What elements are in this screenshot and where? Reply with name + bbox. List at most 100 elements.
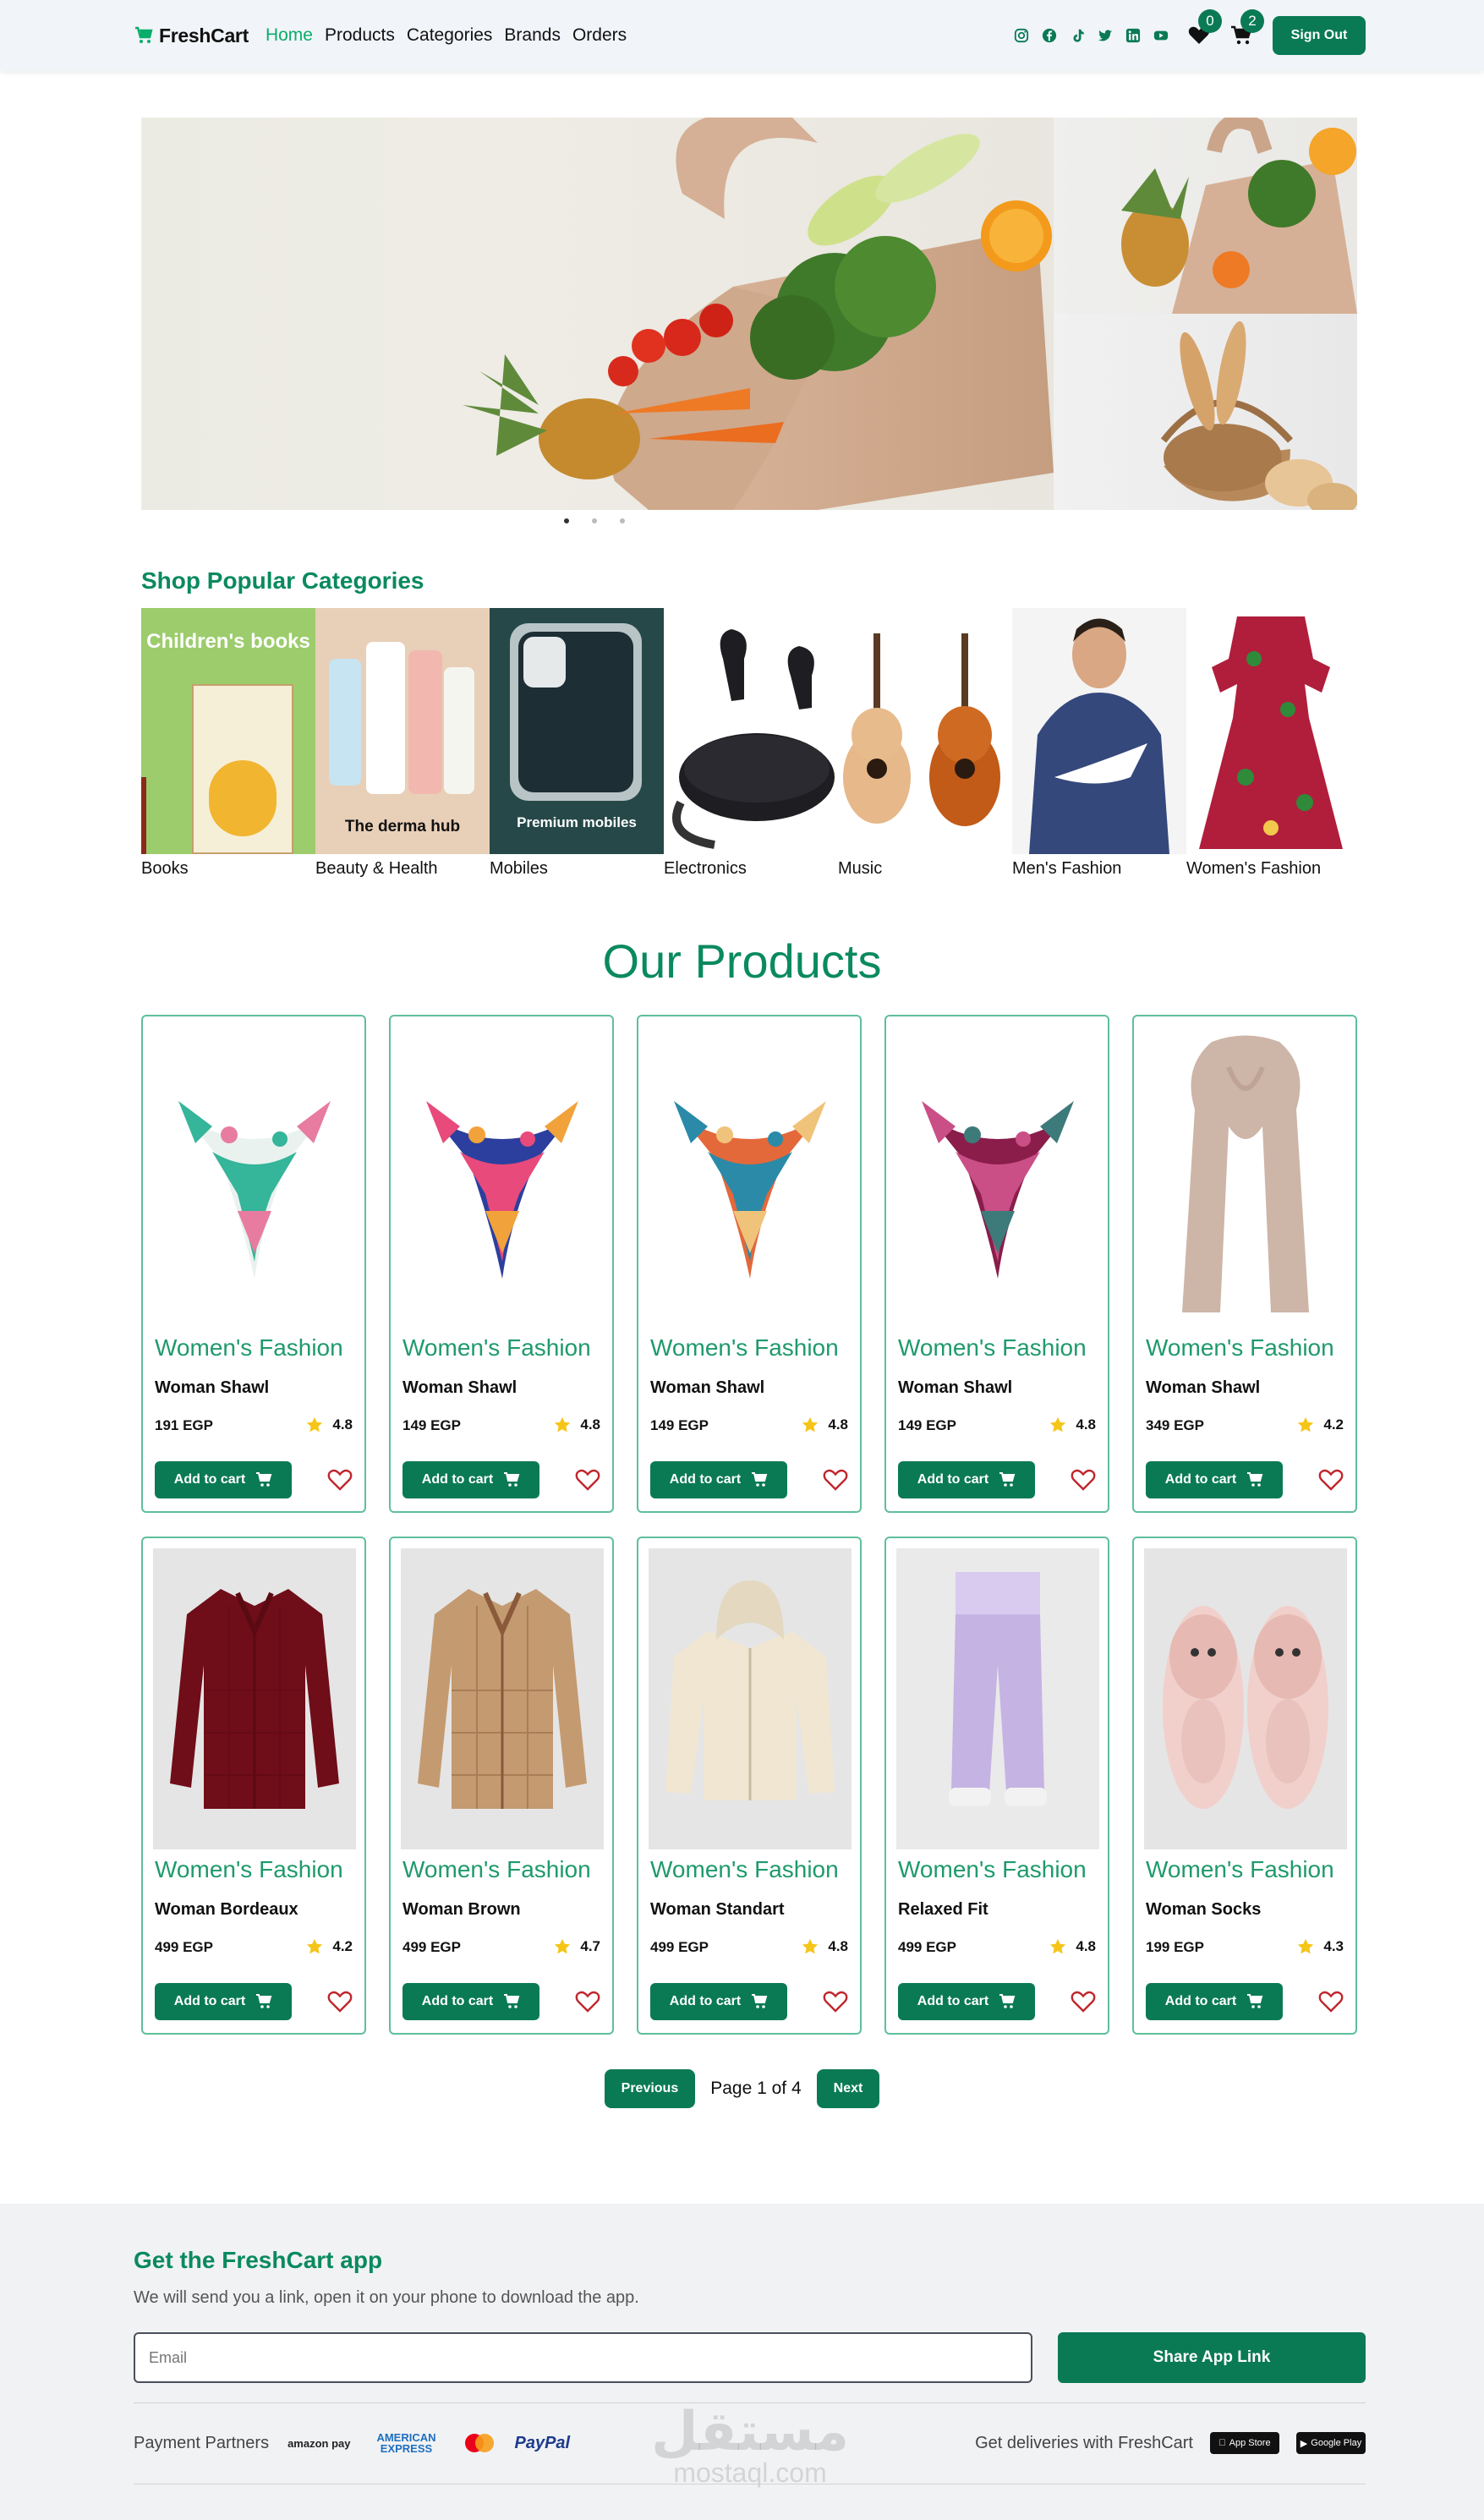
sign-out-button[interactable]: Sign Out: [1273, 16, 1366, 55]
cart-button[interactable]: 2: [1230, 9, 1264, 47]
star-icon: [307, 1938, 323, 1954]
previous-page-button[interactable]: Previous: [604, 2069, 696, 2108]
shopping-cart-icon: [504, 1994, 520, 2008]
nav-link-categories[interactable]: Categories: [407, 25, 493, 46]
app-store-button[interactable]: App Store: [1210, 2432, 1279, 2454]
product-name: Woman Standart: [650, 1900, 785, 1919]
add-to-cart-label: Add to cart: [421, 1994, 494, 2008]
add-to-cart-button[interactable]: Add to cart: [1146, 1461, 1283, 1498]
watermark-text: مستقل: [651, 2401, 850, 2463]
add-to-cart-button[interactable]: Add to cart: [650, 1983, 787, 2020]
product-rating: 4.8: [1049, 1416, 1096, 1434]
category-image: Premium mobiles: [490, 608, 664, 854]
category-label: Women's Fashion: [1186, 859, 1322, 878]
category-label: Men's Fashion: [1012, 859, 1122, 878]
product-card[interactable]: Women's Fashion Woman Shawl 149 EGP 4.8 Add …: [389, 1015, 614, 1513]
category-books[interactable]: Children's books Books: [141, 608, 315, 879]
add-to-cart-button[interactable]: Add to cart: [650, 1461, 787, 1498]
product-card[interactable]: Women's Fashion Woman Standart 499 EGP 4.8 A…: [637, 1537, 862, 2035]
wishlist-heart-icon[interactable]: [823, 1468, 848, 1492]
product-card[interactable]: Women's Fashion Woman Shawl 349 EGP 4.2 Add …: [1132, 1015, 1357, 1513]
product-card[interactable]: Women's Fashion Woman Bordeaux 499 EGP 4.2 A…: [141, 1537, 366, 2035]
instagram-icon[interactable]: [1013, 27, 1030, 44]
product-card[interactable]: Women's Fashion Woman Shawl 149 EGP 4.8 Add …: [637, 1015, 862, 1513]
wishlist-heart-icon[interactable]: [1318, 1468, 1344, 1492]
product-image: [1144, 1548, 1347, 1849]
add-to-cart-label: Add to cart: [1164, 1994, 1237, 2008]
nav-link-brands[interactable]: Brands: [504, 25, 561, 46]
nav-link-orders[interactable]: Orders: [572, 25, 627, 46]
rating-value: 4.3: [1323, 1938, 1344, 1954]
product-category: Women's Fashion: [155, 1334, 343, 1361]
product-category: Women's Fashion: [898, 1856, 1087, 1882]
nav-link-products[interactable]: Products: [325, 25, 395, 46]
facebook-icon[interactable]: [1041, 27, 1058, 44]
linkedin-icon[interactable]: [1125, 27, 1142, 44]
add-to-cart-button[interactable]: Add to cart: [1146, 1983, 1283, 2020]
category-womens-fashion[interactable]: Women's Fashion: [1186, 608, 1357, 879]
add-to-cart-button[interactable]: Add to cart: [898, 1461, 1035, 1498]
slider-dot-2[interactable]: [592, 518, 597, 523]
category-electronics[interactable]: Electronics: [664, 608, 838, 879]
product-card[interactable]: Women's Fashion Woman Shawl 149 EGP 4.8 Add …: [884, 1015, 1109, 1513]
product-image: [401, 1027, 604, 1328]
brand-logo[interactable]: FreshCart: [134, 25, 249, 47]
product-card[interactable]: Women's Fashion Woman Brown 499 EGP 4.7 Add …: [389, 1537, 614, 2035]
category-mens-fashion[interactable]: Men's Fashion: [1012, 608, 1186, 879]
product-name: Woman Bordeaux: [155, 1900, 298, 1919]
product-card[interactable]: Women's Fashion Woman Socks 199 EGP 4.3 Add …: [1132, 1537, 1357, 2035]
hero-main-image: [141, 118, 1054, 510]
share-app-link-button[interactable]: Share App Link: [1058, 2332, 1366, 2383]
wishlist-heart-icon[interactable]: [575, 1990, 600, 2013]
add-to-cart-button[interactable]: Add to cart: [155, 1461, 292, 1498]
footer-title: Get the FreshCart app: [134, 2247, 383, 2273]
category-music[interactable]: Music: [838, 608, 1012, 879]
watermark: مستقل mostaql.com: [651, 2405, 849, 2489]
wishlist-heart-icon[interactable]: [327, 1468, 353, 1492]
rating-value: 4.8: [828, 1416, 848, 1433]
product-card[interactable]: Women's Fashion Woman Shawl 191 EGP 4.8 Add …: [141, 1015, 366, 1513]
wishlist-heart-icon[interactable]: [575, 1468, 600, 1492]
wishlist-heart-icon[interactable]: [823, 1990, 848, 2013]
youtube-icon[interactable]: [1153, 27, 1169, 44]
product-rating: 4.2: [1296, 1416, 1344, 1434]
star-icon: [1298, 1938, 1314, 1954]
rating-value: 4.8: [580, 1416, 600, 1433]
slider-dot-1[interactable]: [564, 518, 569, 523]
category-mobiles[interactable]: Premium mobiles Mobiles: [490, 608, 664, 879]
footer: Get the FreshCart app We will send you a…: [0, 2204, 1484, 2520]
payment-partners-label: Payment Partners: [134, 2433, 270, 2452]
email-input[interactable]: [134, 2332, 1032, 2383]
google-play-button[interactable]: ▶ Google Play: [1296, 2432, 1366, 2454]
product-price: 199 EGP: [1146, 1939, 1204, 1955]
add-to-cart-button[interactable]: Add to cart: [155, 1983, 292, 2020]
next-page-button[interactable]: Next: [816, 2069, 880, 2108]
wishlist-heart-icon[interactable]: [1071, 1468, 1096, 1492]
product-image: [153, 1027, 356, 1328]
shopping-cart-icon: [752, 1472, 768, 1487]
wishlist-heart-icon[interactable]: [1318, 1990, 1344, 2013]
slider-dots: [564, 518, 625, 523]
shopping-cart-icon: [752, 1994, 768, 2008]
wishlist-button[interactable]: 0: [1188, 9, 1222, 47]
product-card[interactable]: Women's Fashion Relaxed Fit 499 EGP 4.8 Add …: [884, 1537, 1109, 2035]
shopping-cart-icon: [256, 1994, 272, 2008]
nav-link-home[interactable]: Home: [266, 25, 313, 46]
add-to-cart-button[interactable]: Add to cart: [898, 1983, 1035, 2020]
wishlist-heart-icon[interactable]: [327, 1990, 353, 2013]
star-icon: [802, 1938, 819, 1954]
slider-dot-3[interactable]: [620, 518, 625, 523]
twitter-icon[interactable]: [1097, 27, 1114, 44]
rating-value: 4.7: [580, 1938, 600, 1954]
category-beauty-health[interactable]: The derma hub Beauty & Health: [315, 608, 490, 879]
payment-partners: Payment Partners amazon pay AMERICAN EXP…: [134, 2432, 570, 2454]
add-to-cart-button[interactable]: Add to cart: [402, 1461, 539, 1498]
shopping-cart-icon: [1247, 1994, 1263, 2008]
rating-value: 4.8: [1076, 1416, 1096, 1433]
app-stores: Get deliveries with FreshCart App Store…: [975, 2432, 1366, 2454]
add-to-cart-button[interactable]: Add to cart: [402, 1983, 539, 2020]
hero-slider[interactable]: [141, 118, 1357, 510]
wishlist-heart-icon[interactable]: [1071, 1990, 1096, 2013]
wishlist-count-badge: 0: [1198, 9, 1222, 33]
tiktok-icon[interactable]: [1069, 27, 1086, 44]
